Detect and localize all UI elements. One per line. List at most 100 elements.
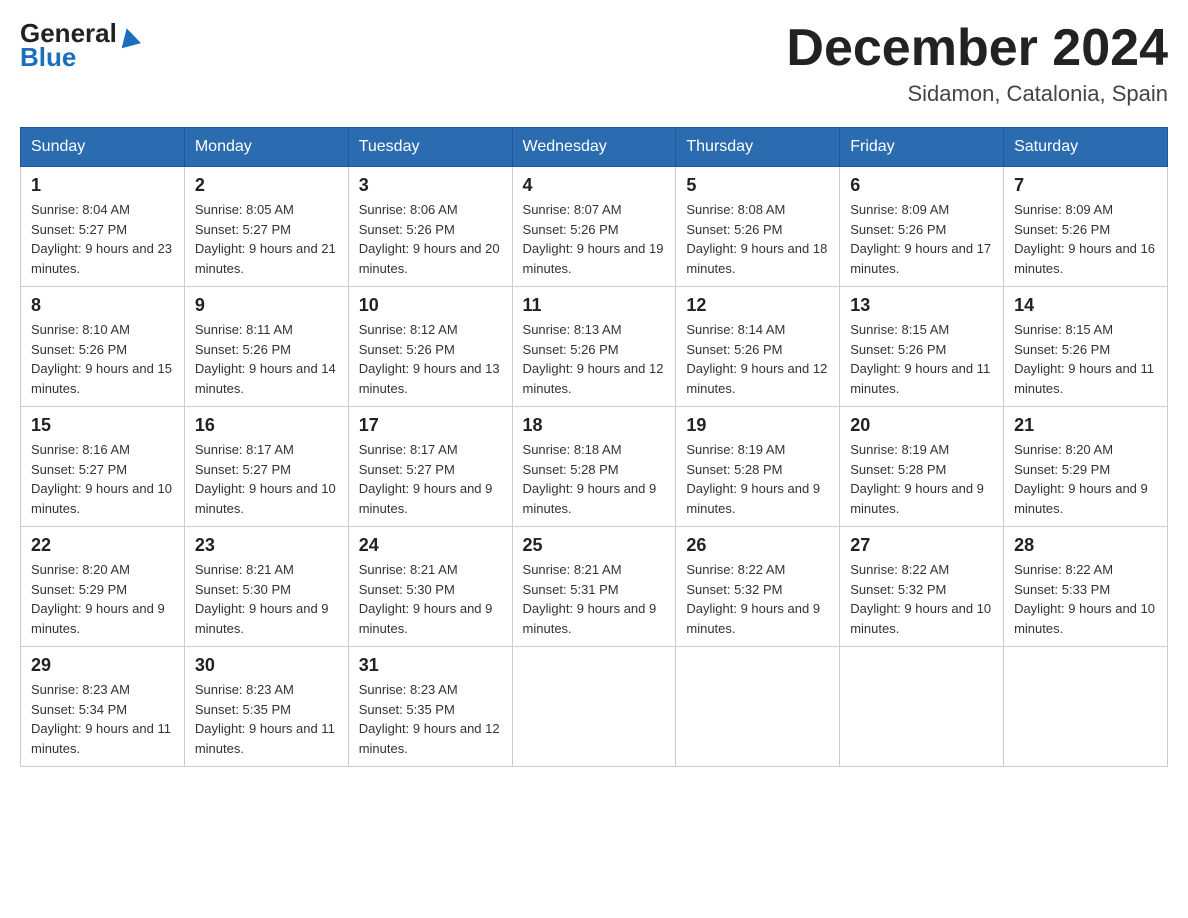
day-number: 29 — [31, 655, 174, 676]
calendar-cell: 31Sunrise: 8:23 AMSunset: 5:35 PMDayligh… — [348, 647, 512, 767]
day-number: 6 — [850, 175, 993, 196]
weekday-header-tuesday: Tuesday — [348, 128, 512, 167]
day-info: Sunrise: 8:17 AMSunset: 5:27 PMDaylight:… — [359, 440, 502, 518]
location-title: Sidamon, Catalonia, Spain — [786, 81, 1168, 107]
day-info: Sunrise: 8:22 AMSunset: 5:32 PMDaylight:… — [686, 560, 829, 638]
calendar-cell: 20 Sunrise: 8:19 AMSunset: 5:28 PMDayligh… — [840, 407, 1004, 527]
calendar-cell: 11 Sunrise: 8:13 AMSunset: 5:26 PMDayligh… — [512, 287, 676, 407]
day-number: 24 — [359, 535, 502, 556]
calendar-cell: 18 Sunrise: 8:18 AMSunset: 5:28 PMDayligh… — [512, 407, 676, 527]
calendar-cell: 21Sunrise: 8:20 AMSunset: 5:29 PMDayligh… — [1004, 407, 1168, 527]
day-info: Sunrise: 8:21 AMSunset: 5:31 PMDaylight:… — [523, 560, 666, 638]
day-info: Sunrise: 8:23 AMSunset: 5:35 PMDaylight:… — [195, 680, 338, 758]
calendar-cell: 5 Sunrise: 8:08 AMSunset: 5:26 PMDaylight… — [676, 167, 840, 287]
day-info: Sunrise: 8:06 AMSunset: 5:26 PMDaylight:… — [359, 200, 502, 278]
calendar-cell: 29 Sunrise: 8:23 AMSunset: 5:34 PMDayligh… — [21, 647, 185, 767]
weekday-header-monday: Monday — [184, 128, 348, 167]
day-info: Sunrise: 8:07 AMSunset: 5:26 PMDaylight:… — [523, 200, 666, 278]
day-number: 30 — [195, 655, 338, 676]
calendar-cell: 17 Sunrise: 8:17 AMSunset: 5:27 PMDayligh… — [348, 407, 512, 527]
day-info: Sunrise: 8:19 AMSunset: 5:28 PMDaylight:… — [686, 440, 829, 518]
page-header: General Blue December 2024 Sidamon, Cata… — [20, 20, 1168, 107]
day-number: 23 — [195, 535, 338, 556]
calendar-week-row: 15Sunrise: 8:16 AMSunset: 5:27 PMDayligh… — [21, 407, 1168, 527]
day-info: Sunrise: 8:10 AMSunset: 5:26 PMDaylight:… — [31, 320, 174, 398]
calendar-cell: 10Sunrise: 8:12 AMSunset: 5:26 PMDayligh… — [348, 287, 512, 407]
day-number: 15 — [31, 415, 174, 436]
calendar-cell: 13Sunrise: 8:15 AMSunset: 5:26 PMDayligh… — [840, 287, 1004, 407]
calendar-cell: 2 Sunrise: 8:05 AMSunset: 5:27 PMDaylight… — [184, 167, 348, 287]
day-info: Sunrise: 8:04 AMSunset: 5:27 PMDaylight:… — [31, 200, 174, 278]
day-number: 2 — [195, 175, 338, 196]
calendar-cell: 15Sunrise: 8:16 AMSunset: 5:27 PMDayligh… — [21, 407, 185, 527]
calendar-cell: 8 Sunrise: 8:10 AMSunset: 5:26 PMDaylight… — [21, 287, 185, 407]
day-info: Sunrise: 8:05 AMSunset: 5:27 PMDaylight:… — [195, 200, 338, 278]
calendar-week-row: 29 Sunrise: 8:23 AMSunset: 5:34 PMDayligh… — [21, 647, 1168, 767]
day-number: 8 — [31, 295, 174, 316]
day-info: Sunrise: 8:20 AMSunset: 5:29 PMDaylight:… — [31, 560, 174, 638]
day-number: 3 — [359, 175, 502, 196]
day-info: Sunrise: 8:21 AMSunset: 5:30 PMDaylight:… — [195, 560, 338, 638]
day-info: Sunrise: 8:11 AMSunset: 5:26 PMDaylight:… — [195, 320, 338, 398]
logo-triangle-icon — [117, 26, 141, 49]
day-info: Sunrise: 8:09 AMSunset: 5:26 PMDaylight:… — [1014, 200, 1157, 278]
weekday-header-wednesday: Wednesday — [512, 128, 676, 167]
day-info: Sunrise: 8:08 AMSunset: 5:26 PMDaylight:… — [686, 200, 829, 278]
calendar-cell: 3 Sunrise: 8:06 AMSunset: 5:26 PMDaylight… — [348, 167, 512, 287]
calendar-cell: 30 Sunrise: 8:23 AMSunset: 5:35 PMDayligh… — [184, 647, 348, 767]
weekday-header-sunday: Sunday — [21, 128, 185, 167]
day-info: Sunrise: 8:21 AMSunset: 5:30 PMDaylight:… — [359, 560, 502, 638]
weekday-header-row: SundayMondayTuesdayWednesdayThursdayFrid… — [21, 128, 1168, 167]
day-number: 18 — [523, 415, 666, 436]
day-info: Sunrise: 8:15 AMSunset: 5:26 PMDaylight:… — [1014, 320, 1157, 398]
day-number: 11 — [523, 295, 666, 316]
calendar-cell: 12 Sunrise: 8:14 AMSunset: 5:26 PMDayligh… — [676, 287, 840, 407]
day-number: 12 — [686, 295, 829, 316]
calendar-cell: 6Sunrise: 8:09 AMSunset: 5:26 PMDaylight… — [840, 167, 1004, 287]
calendar-cell: 4 Sunrise: 8:07 AMSunset: 5:26 PMDaylight… — [512, 167, 676, 287]
calendar-cell — [512, 647, 676, 767]
day-info: Sunrise: 8:13 AMSunset: 5:26 PMDaylight:… — [523, 320, 666, 398]
day-info: Sunrise: 8:20 AMSunset: 5:29 PMDaylight:… — [1014, 440, 1157, 518]
calendar-week-row: 8 Sunrise: 8:10 AMSunset: 5:26 PMDaylight… — [21, 287, 1168, 407]
weekday-header-friday: Friday — [840, 128, 1004, 167]
day-number: 20 — [850, 415, 993, 436]
calendar-cell — [676, 647, 840, 767]
day-number: 4 — [523, 175, 666, 196]
weekday-header-thursday: Thursday — [676, 128, 840, 167]
calendar-cell — [1004, 647, 1168, 767]
day-number: 9 — [195, 295, 338, 316]
day-number: 22 — [31, 535, 174, 556]
calendar-cell: 23 Sunrise: 8:21 AMSunset: 5:30 PMDayligh… — [184, 527, 348, 647]
day-number: 31 — [359, 655, 502, 676]
calendar-cell: 14Sunrise: 8:15 AMSunset: 5:26 PMDayligh… — [1004, 287, 1168, 407]
calendar-cell: 19 Sunrise: 8:19 AMSunset: 5:28 PMDayligh… — [676, 407, 840, 527]
calendar-week-row: 1 Sunrise: 8:04 AMSunset: 5:27 PMDaylight… — [21, 167, 1168, 287]
title-section: December 2024 Sidamon, Catalonia, Spain — [786, 20, 1168, 107]
calendar-cell: 22 Sunrise: 8:20 AMSunset: 5:29 PMDayligh… — [21, 527, 185, 647]
day-number: 17 — [359, 415, 502, 436]
calendar-table: SundayMondayTuesdayWednesdayThursdayFrid… — [20, 127, 1168, 767]
calendar-cell: 24 Sunrise: 8:21 AMSunset: 5:30 PMDayligh… — [348, 527, 512, 647]
day-number: 7 — [1014, 175, 1157, 196]
day-number: 25 — [523, 535, 666, 556]
day-number: 19 — [686, 415, 829, 436]
calendar-cell: 28Sunrise: 8:22 AMSunset: 5:33 PMDayligh… — [1004, 527, 1168, 647]
day-info: Sunrise: 8:23 AMSunset: 5:34 PMDaylight:… — [31, 680, 174, 758]
logo-blue-text: Blue — [20, 42, 76, 73]
day-info: Sunrise: 8:14 AMSunset: 5:26 PMDaylight:… — [686, 320, 829, 398]
day-number: 28 — [1014, 535, 1157, 556]
day-number: 27 — [850, 535, 993, 556]
weekday-header-saturday: Saturday — [1004, 128, 1168, 167]
logo: General Blue — [20, 20, 139, 73]
calendar-cell: 27 Sunrise: 8:22 AMSunset: 5:32 PMDayligh… — [840, 527, 1004, 647]
calendar-cell: 26Sunrise: 8:22 AMSunset: 5:32 PMDayligh… — [676, 527, 840, 647]
day-info: Sunrise: 8:18 AMSunset: 5:28 PMDaylight:… — [523, 440, 666, 518]
day-info: Sunrise: 8:19 AMSunset: 5:28 PMDaylight:… — [850, 440, 993, 518]
day-info: Sunrise: 8:22 AMSunset: 5:32 PMDaylight:… — [850, 560, 993, 638]
day-number: 1 — [31, 175, 174, 196]
calendar-cell — [840, 647, 1004, 767]
day-info: Sunrise: 8:17 AMSunset: 5:27 PMDaylight:… — [195, 440, 338, 518]
month-title: December 2024 — [786, 20, 1168, 77]
day-number: 5 — [686, 175, 829, 196]
